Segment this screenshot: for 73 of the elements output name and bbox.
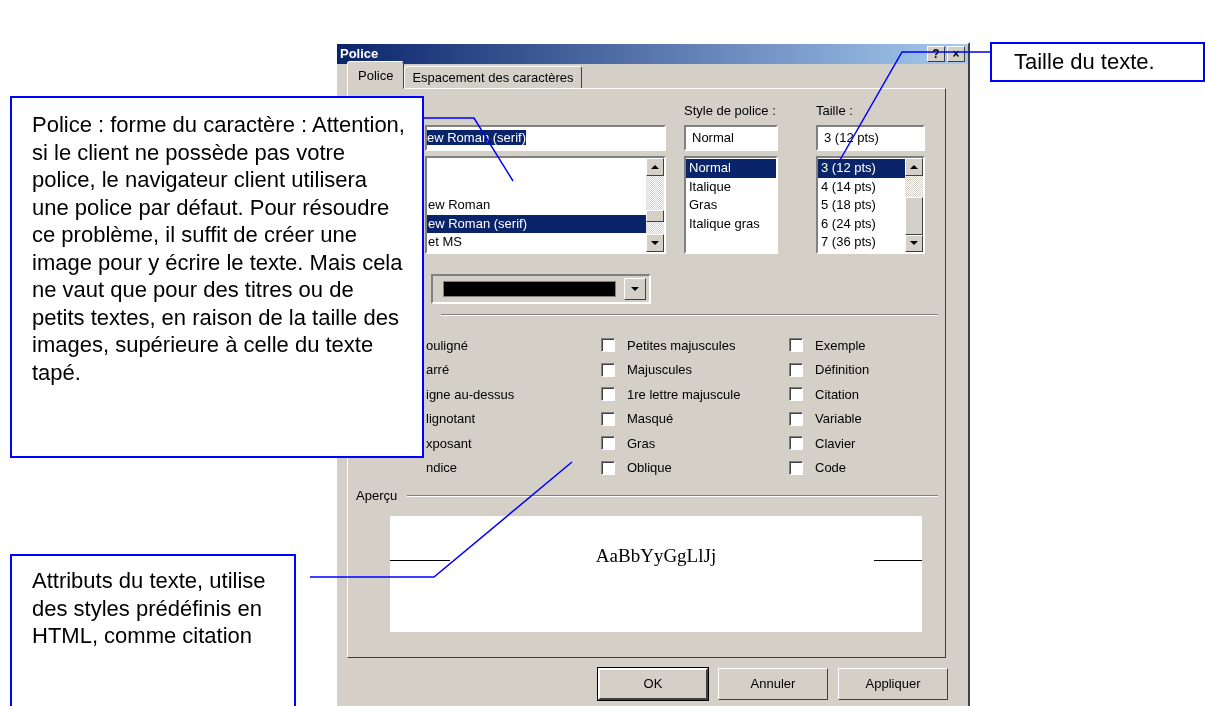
list-item[interactable]: 6 (24 pts): [818, 214, 905, 233]
callout-note: Police : forme du caractère : Attention, si le client ne possède pas votre police, le navigateur client utilisera une police par défaut. Pour résoudre ce problème, il suffit de créer une image pour y écrire le texte. Mais cela ne vaut que pour des titres ou de petits textes, en raison de la taille des images, supérieure à celle du texte tapé.: [10, 96, 424, 458]
checkbox-label: Oblique: [627, 459, 672, 477]
down-arrow-icon: [651, 241, 659, 245]
scrollbar-thumb[interactable]: [646, 210, 664, 222]
checkbox[interactable]: [601, 436, 615, 451]
font-style-list[interactable]: Normal Italique Gras Italique gras: [684, 156, 778, 254]
checkbox[interactable]: [789, 460, 803, 475]
dialog-button[interactable]: Appliquer: [838, 668, 948, 700]
tab[interactable]: Espacement des caractères: [404, 65, 582, 89]
checkbox[interactable]: [601, 411, 615, 426]
scrollbar-thumb[interactable]: [905, 196, 923, 235]
checkbox-label: Exemple: [815, 336, 866, 355]
checkbox[interactable]: [601, 460, 615, 475]
checkbox[interactable]: [789, 411, 803, 426]
checkbox-label: 1re lettre majuscule: [627, 385, 741, 404]
dialog-button[interactable]: Annuler: [718, 668, 828, 700]
list-item[interactable]: Italique: [686, 177, 776, 196]
checkbox[interactable]: [789, 387, 803, 402]
checkbox-label: Majuscules: [627, 361, 693, 379]
list-item[interactable]: et MS: [427, 233, 646, 252]
checkbox-label: Définition: [815, 361, 870, 379]
checkbox-label: lignotant: [426, 410, 476, 428]
scroll-down-button[interactable]: [646, 234, 664, 252]
list-item[interactable]: 3 (12 pts): [818, 159, 905, 178]
up-arrow-icon: [651, 165, 659, 169]
font-list[interactable]: ew Roman ew Roman (serif) et MS: [425, 156, 666, 254]
list-item[interactable]: Gras: [686, 196, 776, 215]
checkbox[interactable]: [601, 362, 615, 377]
size-label: Taille :: [816, 103, 854, 120]
scroll-up-button[interactable]: [646, 158, 664, 176]
checkbox-label: Clavier: [815, 434, 856, 453]
checkbox-label: Code: [815, 459, 847, 477]
list-item[interactable]: ew Roman (serif): [427, 214, 646, 233]
baseline-rule: [390, 559, 450, 561]
down-arrow-icon: [910, 241, 918, 246]
color-dropdown[interactable]: [431, 274, 651, 304]
font-style-field[interactable]: Normal: [684, 125, 778, 151]
checkbox[interactable]: [601, 338, 615, 353]
preview-label: Aperçu: [356, 487, 398, 505]
list-item[interactable]: Italique gras: [686, 214, 776, 233]
checkbox-label: ouligné: [426, 336, 468, 355]
dialog-button[interactable]: OK: [598, 668, 708, 700]
list-item[interactable]: 4 (14 pts): [818, 177, 905, 196]
size-field[interactable]: 3 (12 pts): [816, 125, 925, 151]
dropdown-button[interactable]: [624, 278, 646, 300]
checkbox[interactable]: [789, 362, 803, 377]
callout-note: Attributs du texte, utilise des styles prédéfinis en HTML, comme citation: [10, 554, 296, 706]
checkbox[interactable]: [601, 387, 615, 402]
up-arrow-icon: [910, 164, 918, 169]
list-item[interactable]: Normal: [686, 159, 776, 178]
caret-icon: [631, 287, 639, 291]
checkbox-label: Petites majuscules: [627, 336, 736, 355]
checkbox-label: arré: [426, 361, 450, 379]
tab[interactable]: Police: [347, 60, 405, 89]
list-item[interactable]: ew Roman: [427, 196, 646, 215]
scroll-up-button[interactable]: [905, 158, 923, 176]
checkbox-label: igne au-dessus: [426, 385, 515, 404]
list-item[interactable]: 7 (36 pts): [818, 233, 905, 252]
baseline-rule: [874, 559, 922, 561]
preview-sample-text: AaBbYyGgLlJj: [595, 543, 717, 568]
checkbox[interactable]: [789, 436, 803, 451]
size-list[interactable]: 3 (12 pts) 4 (14 pts) 5 (18 pts) 6 (24 pts) 7 (36 pts): [816, 156, 925, 254]
checkbox-label: Gras: [627, 434, 656, 453]
checkbox-label: xposant: [426, 434, 472, 453]
list-item[interactable]: 5 (18 pts): [818, 196, 905, 215]
checkbox-label: Masqué: [627, 410, 674, 428]
checkbox-label: Variable: [815, 410, 862, 428]
checkbox-label: ndice: [426, 459, 458, 477]
checkbox[interactable]: [789, 338, 803, 353]
font-style-label: Style de police :: [684, 103, 777, 120]
checkbox-label: Citation: [815, 385, 860, 404]
callout-note: Taille du texte.: [990, 42, 1205, 82]
